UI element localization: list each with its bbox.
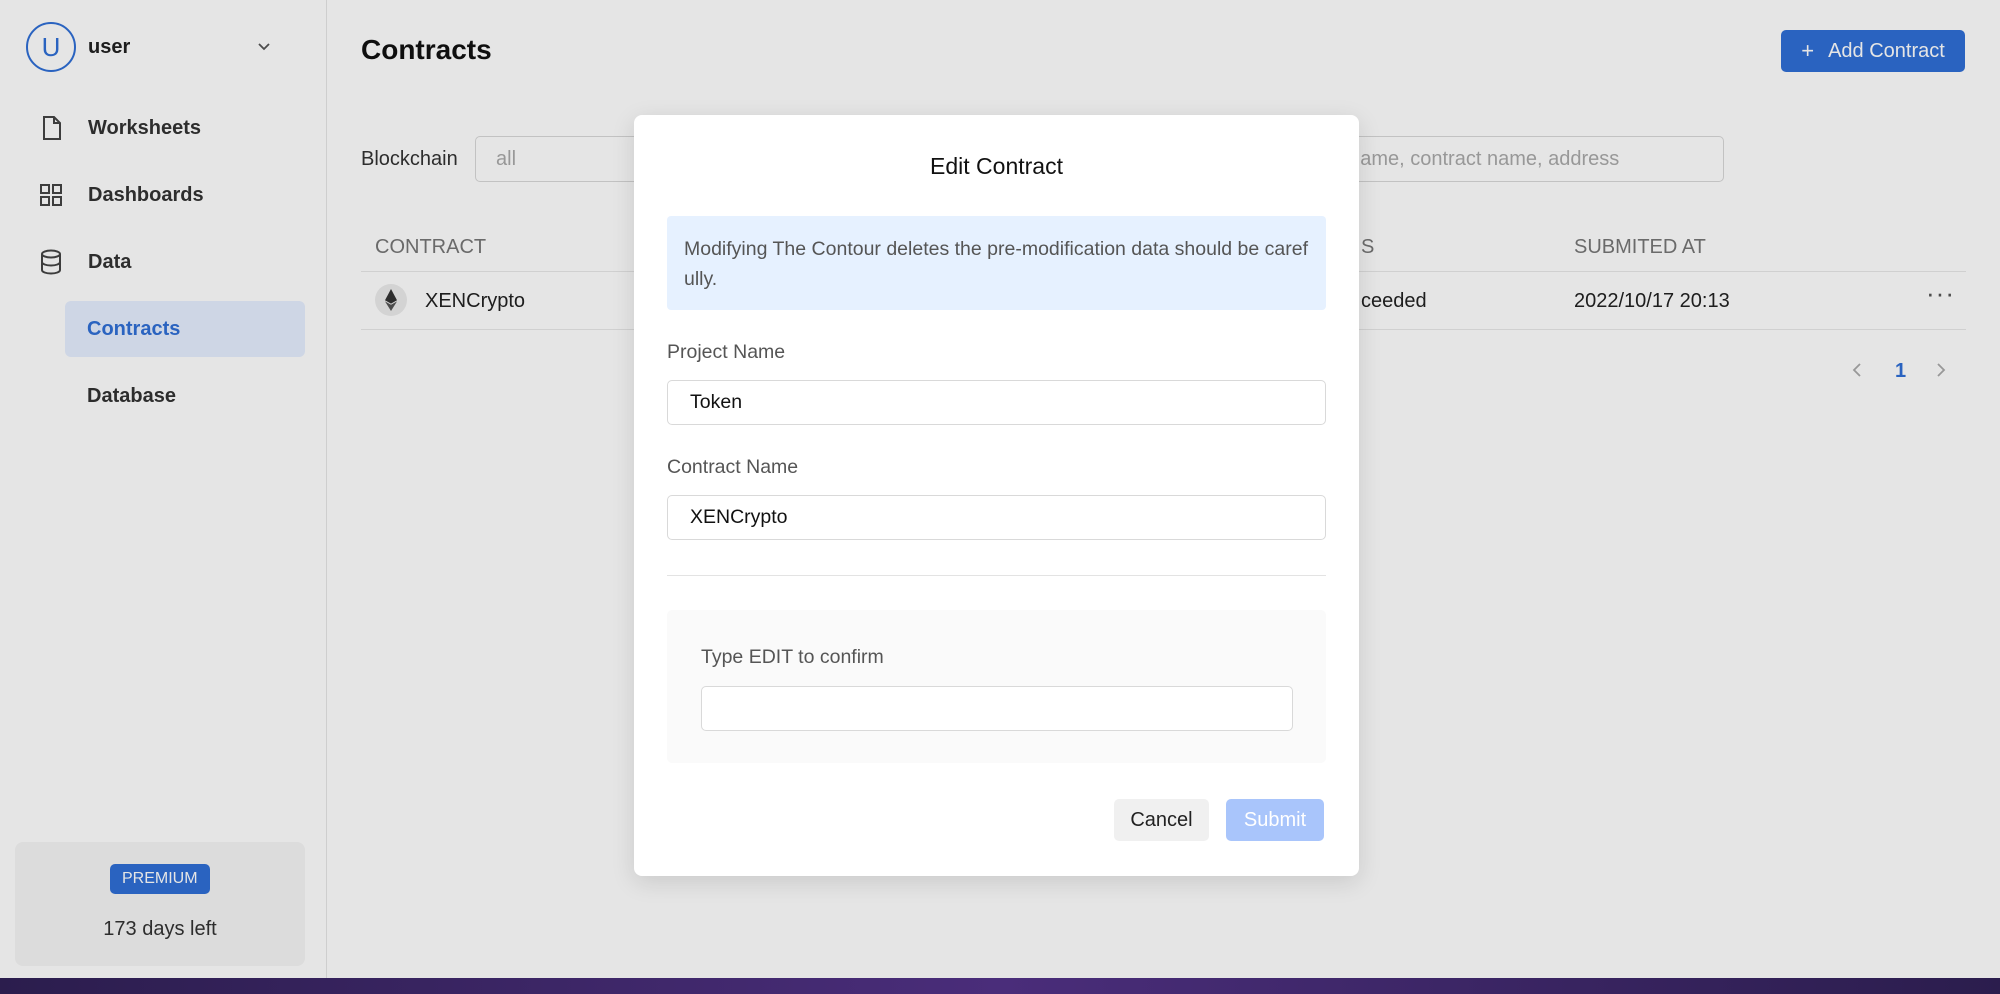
project-name-label: Project Name bbox=[667, 341, 786, 363]
confirm-section: Type EDIT to confirm bbox=[667, 610, 1326, 763]
screen-bottom-edge bbox=[0, 978, 2000, 994]
confirm-label: Type EDIT to confirm bbox=[701, 646, 884, 668]
submit-button[interactable]: Submit bbox=[1226, 799, 1324, 841]
confirm-input[interactable] bbox=[701, 686, 1293, 731]
cancel-button[interactable]: Cancel bbox=[1114, 799, 1209, 841]
divider bbox=[667, 575, 1326, 576]
contract-name-input[interactable]: XENCrypto bbox=[667, 495, 1326, 540]
warning-alert: Modifying The Contour deletes the pre-mo… bbox=[667, 216, 1326, 310]
project-name-input[interactable]: Token bbox=[667, 380, 1326, 425]
edit-contract-dialog: Edit Contract Modifying The Contour dele… bbox=[634, 115, 1359, 876]
contract-name-label: Contract Name bbox=[667, 456, 799, 478]
dialog-title: Edit Contract bbox=[930, 153, 1063, 179]
